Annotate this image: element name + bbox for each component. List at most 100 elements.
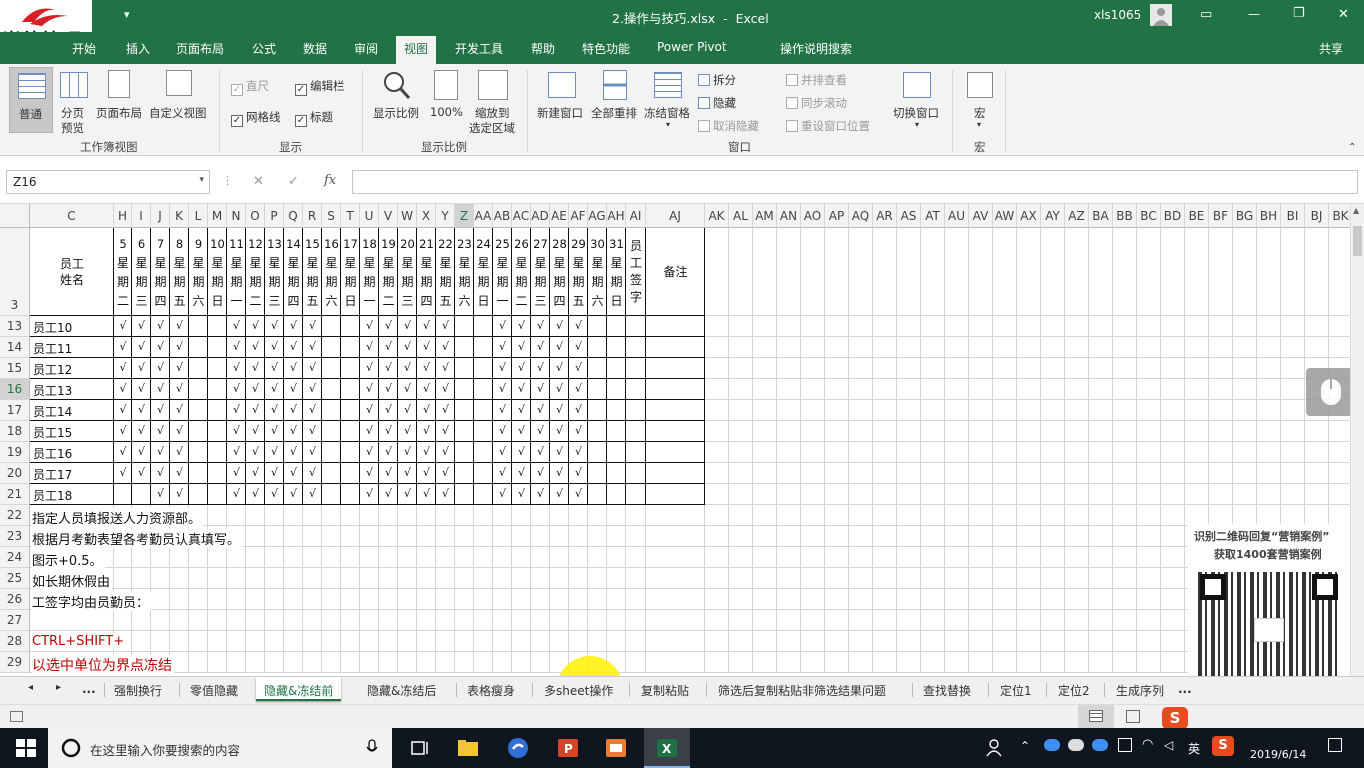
macro-record-icon[interactable] [10, 711, 23, 722]
switch-windows-dropdown-icon[interactable]: ▾ [915, 120, 919, 129]
hide-button[interactable]: 隐藏 [698, 95, 736, 111]
column-header-o[interactable]: O [246, 204, 265, 228]
column-header-s[interactable]: S [322, 204, 341, 228]
formula-input[interactable] [352, 170, 1358, 194]
column-header-an[interactable]: AN [777, 204, 801, 228]
insert-function-icon[interactable]: fx [324, 173, 336, 188]
notification-icon[interactable] [1328, 738, 1342, 752]
normal-view-button[interactable]: 普通 [9, 67, 53, 133]
normal-view-status-icon[interactable] [1078, 705, 1114, 729]
sheet-nav-prev[interactable]: ◂ [28, 682, 33, 693]
gridlines-checkbox[interactable]: ✓ 网格线 [231, 109, 281, 127]
row-header-21[interactable]: 21 [0, 484, 30, 505]
freeze-panes-icon[interactable] [654, 72, 682, 98]
row-header-3[interactable]: 3 [0, 228, 30, 316]
cloud-icon-1[interactable] [1044, 739, 1060, 751]
column-header-av[interactable]: AV [969, 204, 993, 228]
column-header-ae[interactable]: AE [550, 204, 569, 228]
column-header-bc[interactable]: BC [1137, 204, 1161, 228]
cloud-icon-2[interactable] [1068, 739, 1084, 751]
macros-label[interactable]: 宏 [974, 105, 986, 121]
headings-checkbox[interactable]: ✓ 标题 [295, 109, 333, 127]
column-header-aj[interactable]: AJ [646, 204, 705, 228]
sheet-tab-4[interactable]: 隐藏&冻结后 [367, 682, 436, 699]
tray-expand-icon[interactable]: ⌃ [1020, 739, 1030, 753]
sheet-tab-11[interactable]: 定位2 [1058, 682, 1090, 699]
column-header-j[interactable]: J [151, 204, 170, 228]
maximize-button[interactable]: ❐ [1293, 6, 1305, 21]
taskbar-ime-s-icon[interactable]: S [1212, 736, 1234, 756]
name-box[interactable]: Z16 ▾ [6, 170, 210, 194]
column-header-ax[interactable]: AX [1017, 204, 1041, 228]
column-header-bf[interactable]: BF [1209, 204, 1233, 228]
tab-home[interactable]: 开始 [72, 40, 96, 57]
row-header-29[interactable]: 29 [0, 652, 30, 673]
column-header-ao[interactable]: AO [801, 204, 825, 228]
column-header-ad[interactable]: AD [531, 204, 550, 228]
arrange-all-icon[interactable] [603, 70, 627, 100]
column-header-ap[interactable]: AP [825, 204, 849, 228]
sheet-tabs-more[interactable]: ... [1178, 682, 1192, 696]
enter-icon[interactable]: ✓ [288, 174, 299, 189]
collapse-ribbon-icon[interactable]: ⌃ [1348, 142, 1356, 153]
column-header-aw[interactable]: AW [993, 204, 1017, 228]
sheet-nav-next[interactable]: ▸ [56, 682, 61, 693]
column-header-z[interactable]: Z [455, 204, 474, 228]
row-header-17[interactable]: 17 [0, 400, 30, 421]
sheet-tab-10[interactable]: 定位1 [1000, 682, 1032, 699]
sheet-tab-2[interactable]: 零值隐藏 [190, 682, 238, 699]
network-icon[interactable] [1118, 738, 1132, 752]
sheet-tab-9[interactable]: 查找替换 [923, 682, 971, 699]
input-language[interactable]: 英 [1188, 740, 1200, 757]
split-button[interactable]: 拆分 [698, 72, 736, 88]
column-header-c[interactable]: C [30, 204, 114, 228]
sheet-tab-7[interactable]: 复制粘贴 [641, 682, 689, 699]
column-header-ah[interactable]: AH [607, 204, 626, 228]
sheet-tab-6[interactable]: 多sheet操作 [544, 682, 613, 699]
row-header-24[interactable]: 24 [0, 547, 30, 568]
page-break-icon[interactable] [60, 72, 88, 98]
zoom-magnifier-icon[interactable] [382, 70, 412, 102]
tab-data[interactable]: 数据 [303, 40, 327, 57]
zoom-100-icon[interactable] [434, 70, 458, 100]
row-header-13[interactable]: 13 [0, 316, 30, 337]
share-button[interactable]: 共享 [1319, 40, 1343, 57]
excel-taskbar-active[interactable]: X [644, 728, 690, 768]
column-header-ai[interactable]: AI [626, 204, 646, 228]
qat-customize-icon[interactable]: ▾ [124, 8, 130, 21]
people-icon[interactable] [982, 736, 1006, 760]
switch-windows-icon[interactable] [903, 72, 931, 98]
column-header-ac[interactable]: AC [512, 204, 531, 228]
wifi-icon[interactable]: ◠ [1142, 737, 1153, 752]
new-window-label[interactable]: 新建窗口 [537, 105, 583, 121]
macros-icon[interactable] [967, 72, 993, 98]
freeze-panes-dropdown-icon[interactable]: ▾ [666, 120, 670, 129]
zoom-selection-label-2[interactable]: 选定区域 [469, 120, 515, 136]
column-header-as[interactable]: AS [897, 204, 921, 228]
tab-insert[interactable]: 插入 [126, 40, 150, 57]
column-header-am[interactable]: AM [753, 204, 777, 228]
ribbon-display-options-icon[interactable]: ▭ [1200, 7, 1212, 22]
arrange-all-label[interactable]: 全部重排 [591, 105, 637, 121]
row-header-14[interactable]: 14 [0, 337, 30, 358]
column-header-bk[interactable]: BK [1329, 204, 1350, 228]
user-name[interactable]: xls1065 [1094, 8, 1141, 22]
user-avatar-icon[interactable] [1150, 4, 1172, 26]
row-header-15[interactable]: 15 [0, 358, 30, 379]
tab-formulas[interactable]: 公式 [252, 40, 276, 57]
row-header-23[interactable]: 23 [0, 526, 30, 547]
vertical-scrollbar[interactable]: ▲ [1350, 204, 1364, 676]
column-header-k[interactable]: K [170, 204, 189, 228]
freeze-panes-label[interactable]: 冻结窗格 [644, 105, 690, 121]
sheet-tab-12[interactable]: 生成序列 [1116, 682, 1164, 699]
column-header-bd[interactable]: BD [1161, 204, 1185, 228]
custom-views-label[interactable]: 自定义视图 [149, 105, 207, 121]
zoom-100-label[interactable]: 100% [430, 105, 463, 119]
column-header-m[interactable]: M [208, 204, 227, 228]
page-layout-label[interactable]: 页面布局 [96, 105, 142, 121]
microphone-icon[interactable] [366, 739, 378, 757]
column-header-aq[interactable]: AQ [849, 204, 873, 228]
column-header-be[interactable]: BE [1185, 204, 1209, 228]
sheet-nav-more[interactable]: ... [82, 682, 96, 696]
name-box-dropdown-icon[interactable]: ▾ [199, 175, 204, 185]
